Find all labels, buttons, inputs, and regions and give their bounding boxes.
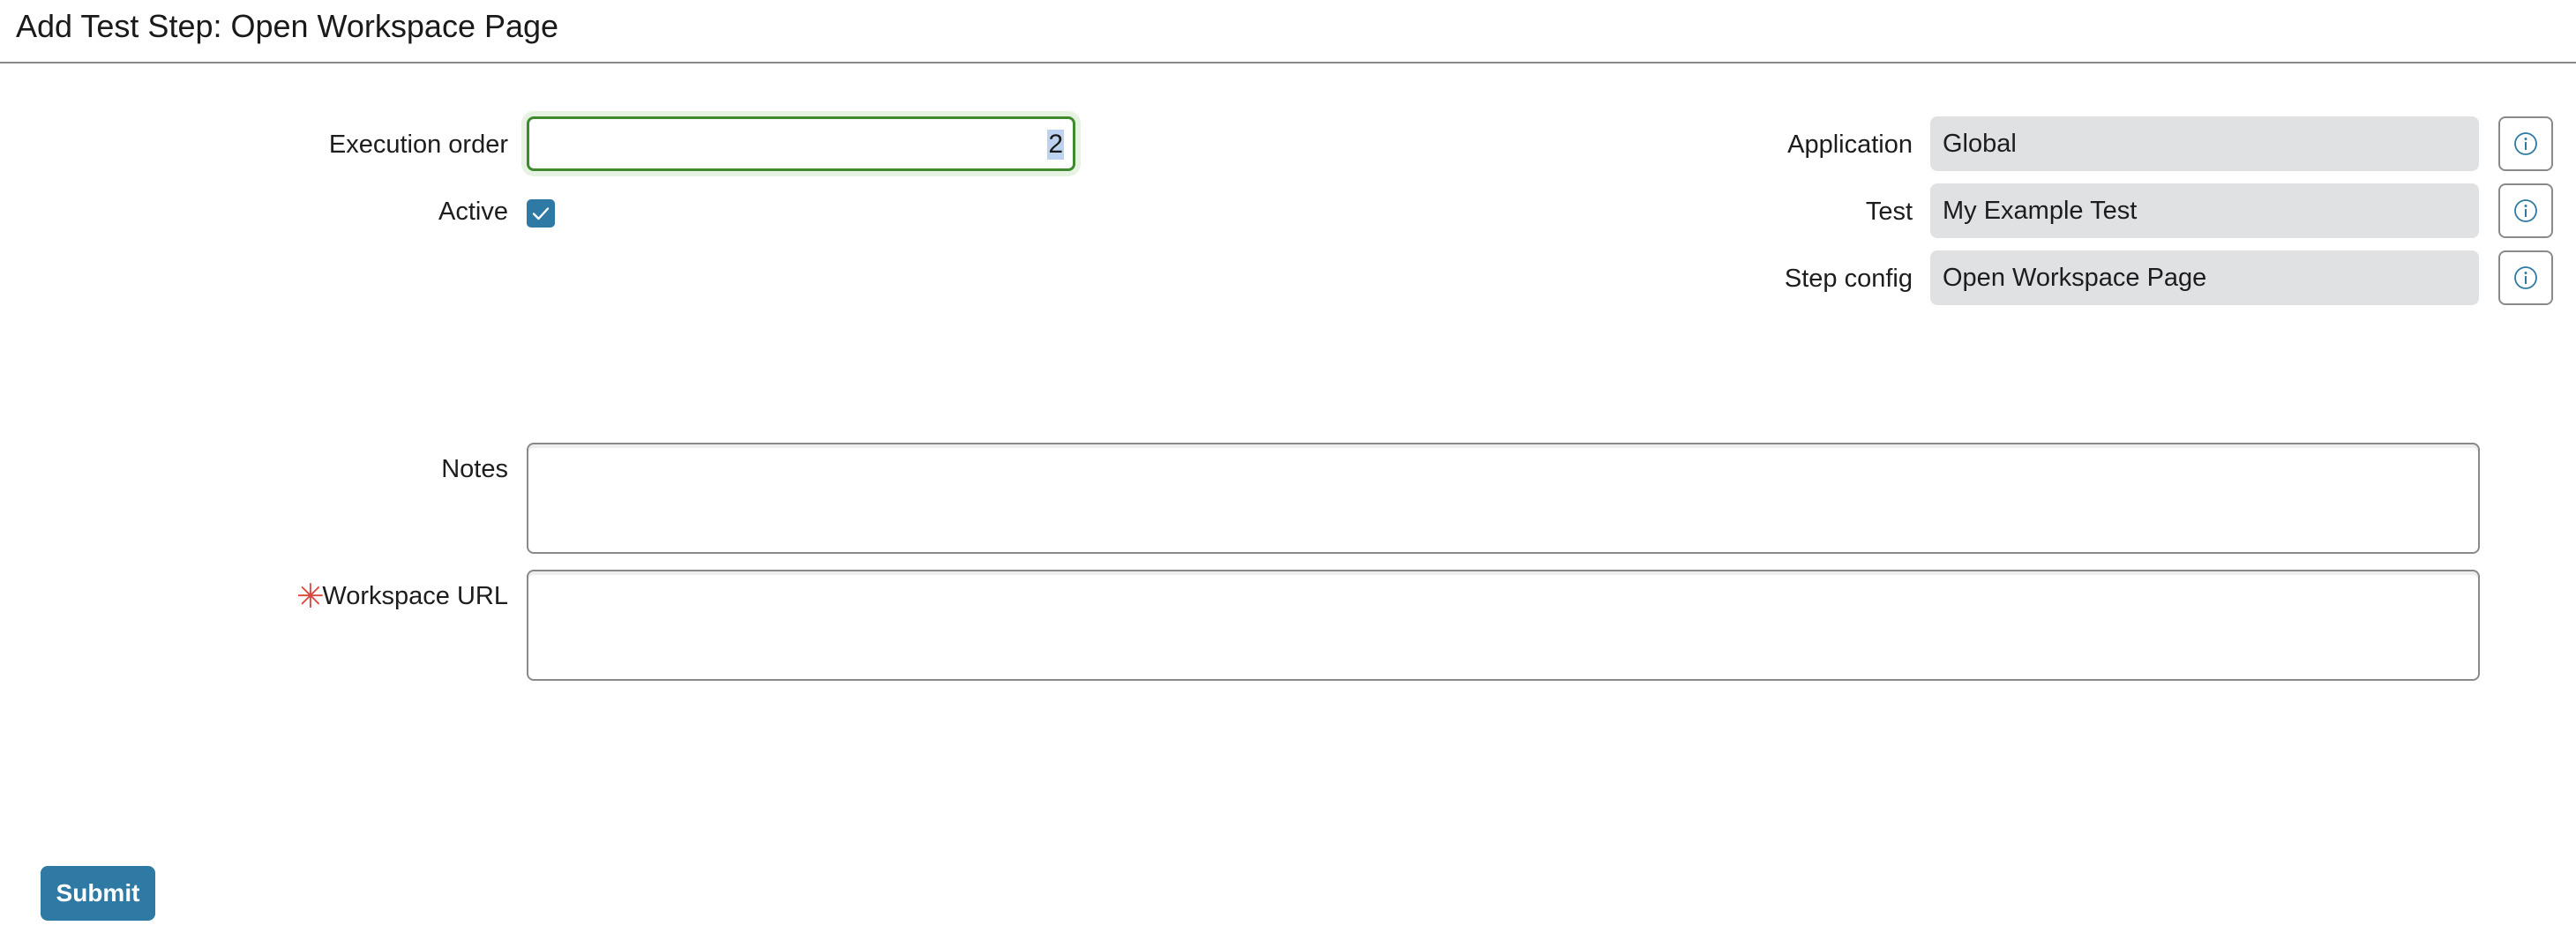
test-label: Test <box>1865 198 1913 226</box>
application-label: Application <box>1787 131 1913 159</box>
required-marker: ✳ <box>296 578 325 616</box>
page-title: Add Test Step: Open Workspace Page <box>16 8 559 44</box>
active-label: Active <box>438 198 508 226</box>
info-circle-icon <box>2514 199 2537 222</box>
active-checkbox[interactable] <box>527 199 555 228</box>
info-circle-icon <box>2514 132 2537 155</box>
execution-order-value: 2 <box>1047 130 1064 160</box>
step-config-label: Step config <box>1784 265 1913 293</box>
form-page: Add Test Step: Open Workspace Page Execu… <box>0 0 2576 933</box>
checkmark-icon <box>532 207 550 220</box>
workspace-url-textarea[interactable] <box>527 570 2480 681</box>
test-field: My Example Test <box>1930 183 2479 238</box>
application-field: Global <box>1930 116 2479 171</box>
application-info-button[interactable] <box>2498 116 2553 171</box>
execution-order-label: Execution order <box>328 131 508 159</box>
test-info-button[interactable] <box>2498 183 2553 238</box>
notes-label: Notes <box>441 455 508 483</box>
workspace-url-label: Workspace URL <box>322 582 508 610</box>
step-config-field: Open Workspace Page <box>1930 250 2479 305</box>
execution-order-input[interactable]: 2 <box>527 116 1075 171</box>
notes-textarea[interactable] <box>527 443 2480 554</box>
info-circle-icon <box>2514 266 2537 289</box>
step-config-info-button[interactable] <box>2498 250 2553 305</box>
page-header: Add Test Step: Open Workspace Page <box>0 0 2576 63</box>
submit-button[interactable]: Submit <box>41 866 155 921</box>
